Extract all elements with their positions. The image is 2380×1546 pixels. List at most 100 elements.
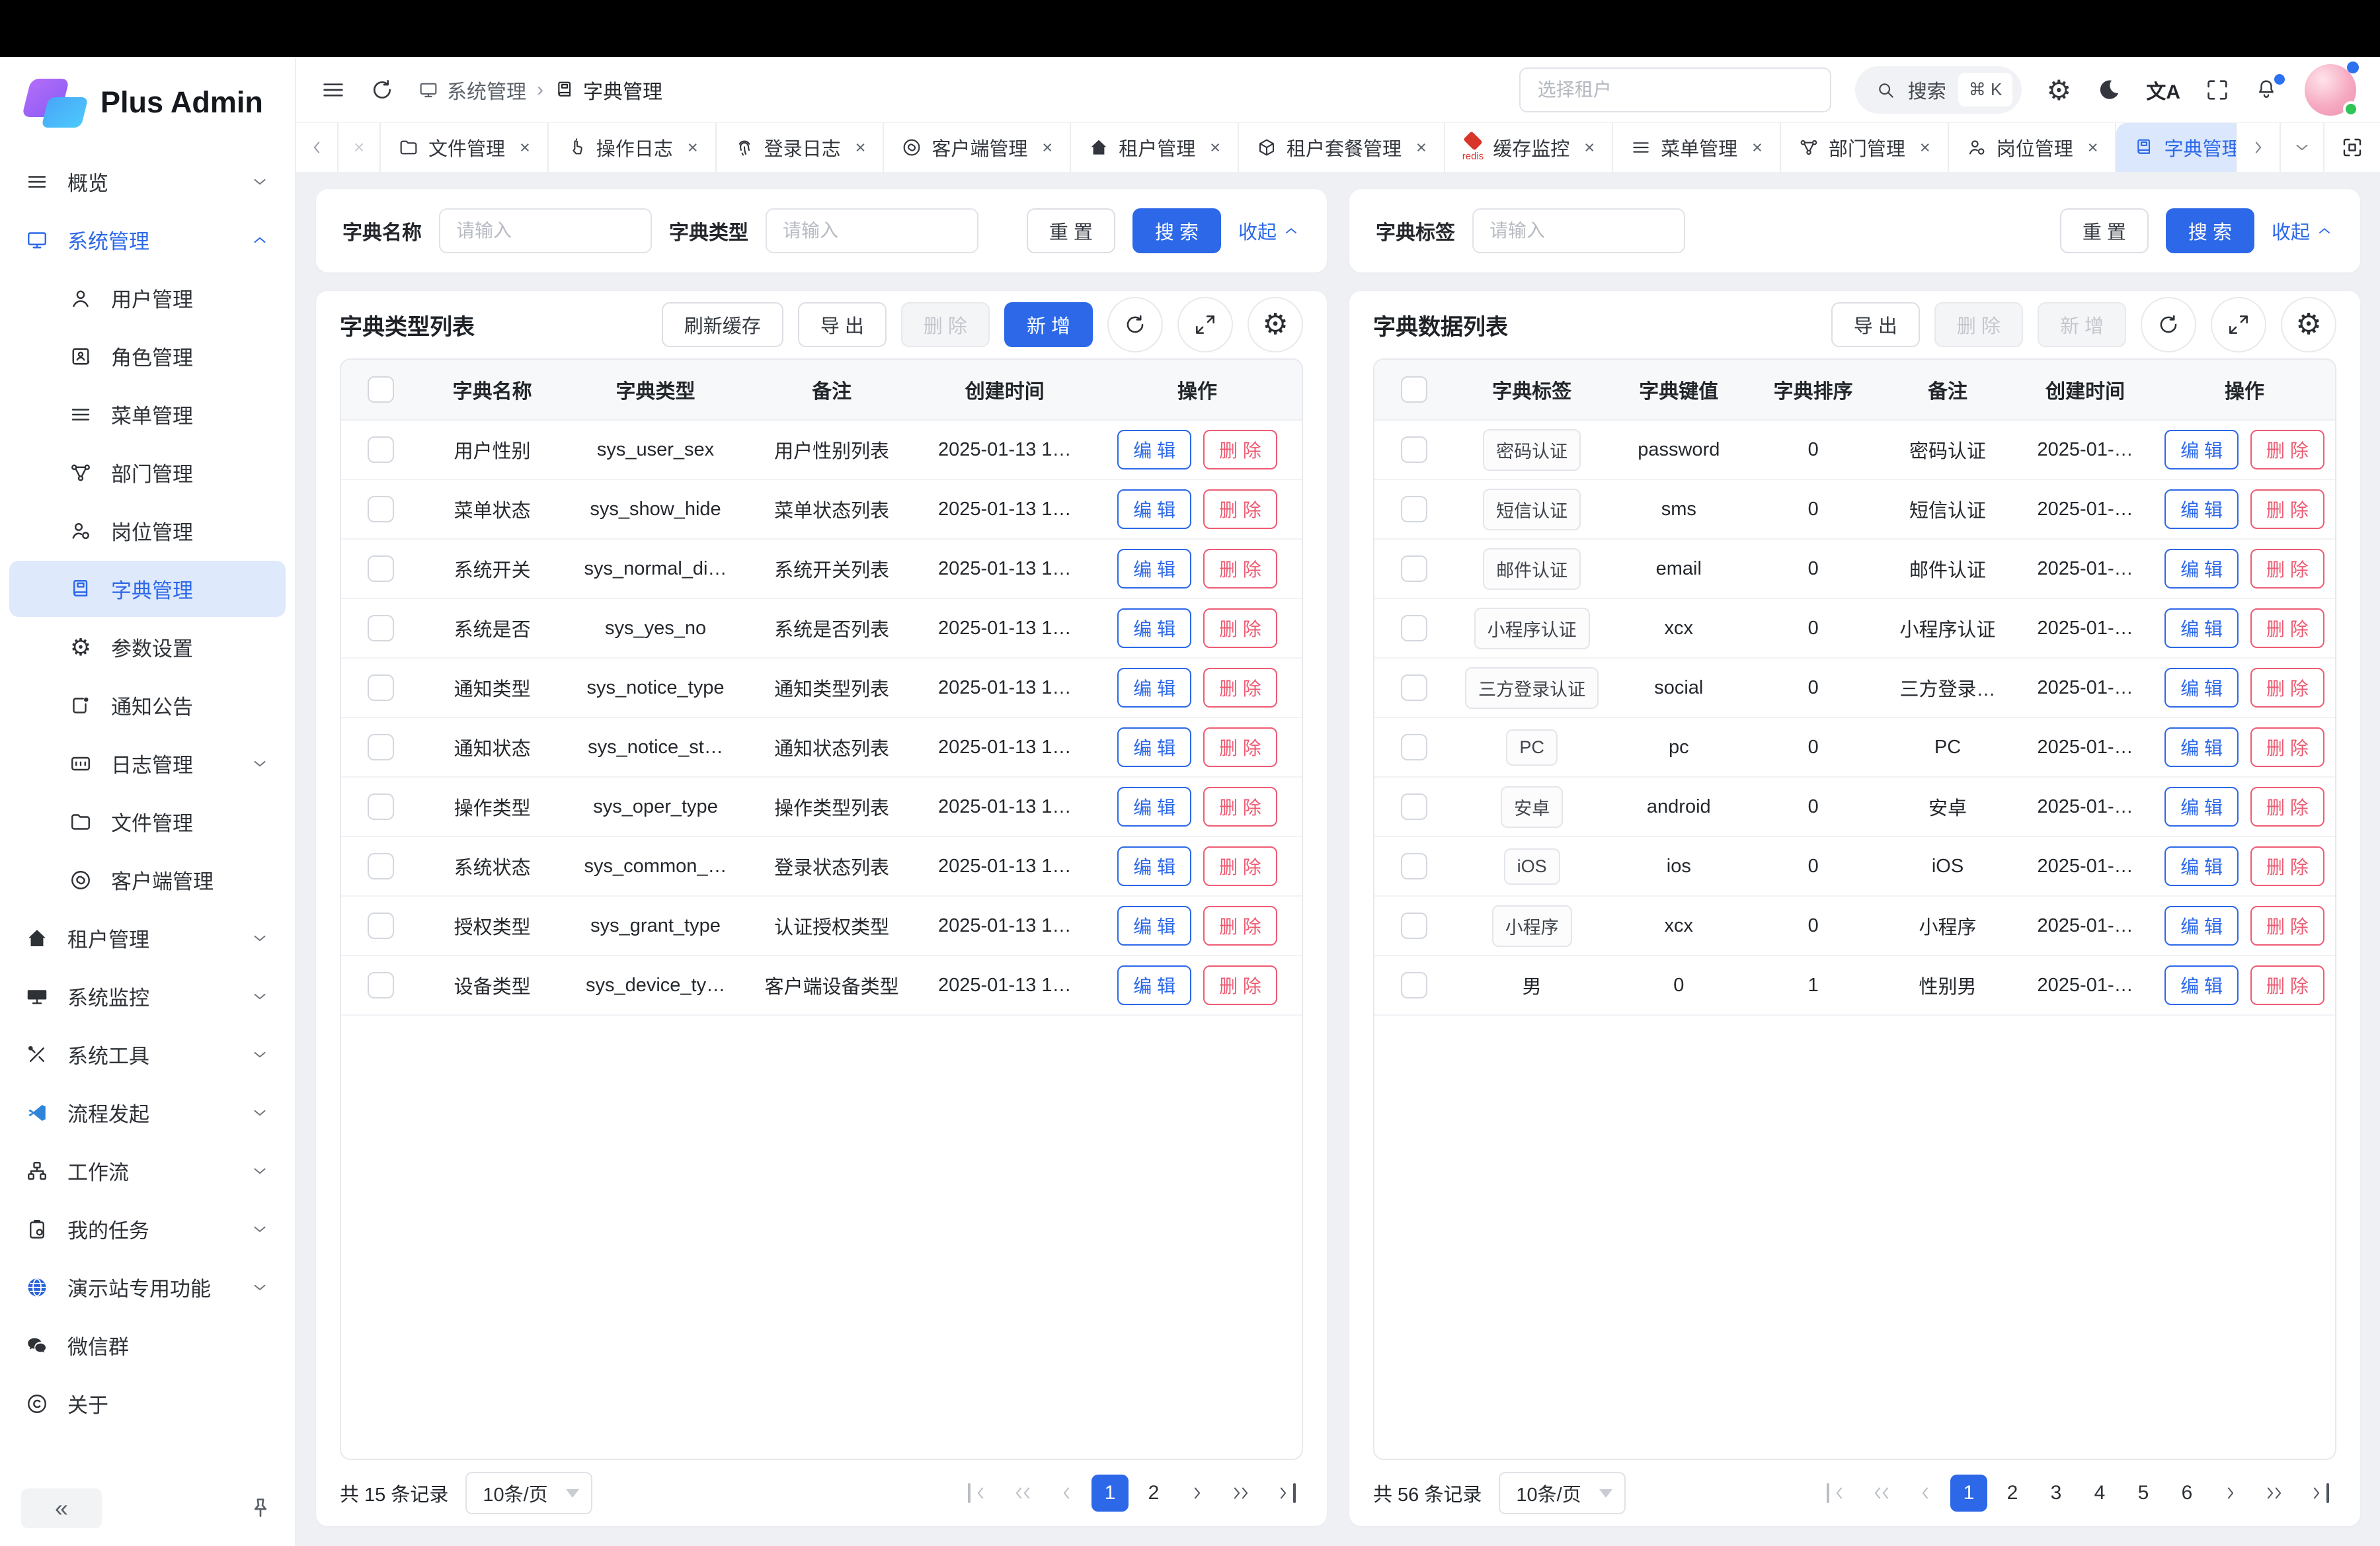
delete-button[interactable]: 删 除 xyxy=(2250,430,2324,469)
row-checkbox[interactable] xyxy=(1401,734,1427,760)
row-checkbox[interactable] xyxy=(368,853,394,879)
close-icon[interactable]: × xyxy=(1042,138,1052,158)
delete-button[interactable]: 删 除 xyxy=(2250,489,2324,529)
sidebar-item-menus[interactable]: 菜单管理 xyxy=(9,386,286,442)
tab-operation-log[interactable]: 操作日志× xyxy=(549,123,717,172)
page-number-button[interactable]: 1 xyxy=(1950,1475,1987,1512)
delete-button[interactable]: 删 除 xyxy=(1934,302,2023,347)
refresh-icon[interactable] xyxy=(369,77,395,103)
sidebar-item-users[interactable]: 用户管理 xyxy=(9,270,286,326)
row-checkbox[interactable] xyxy=(368,972,394,998)
tab-menu-management[interactable]: 菜单管理× xyxy=(1613,123,1781,172)
first-page-button[interactable] xyxy=(961,1475,998,1512)
row-checkbox[interactable] xyxy=(368,496,394,522)
dict-tag-input[interactable] xyxy=(1472,208,1685,253)
edit-button[interactable]: 编 辑 xyxy=(2164,430,2239,469)
sidebar-item-files[interactable]: 文件管理 xyxy=(9,793,286,850)
delete-button[interactable]: 删 除 xyxy=(2250,608,2324,648)
row-checkbox[interactable] xyxy=(1401,853,1427,879)
page-number-button[interactable]: 6 xyxy=(2168,1475,2205,1512)
sidebar-item-system[interactable]: 系统管理 xyxy=(9,212,286,268)
tabs-scroll-left-icon[interactable] xyxy=(296,123,338,172)
next-5-pages-button[interactable] xyxy=(2256,1475,2293,1512)
select-all-checkbox[interactable] xyxy=(368,376,394,403)
edit-button[interactable]: 编 辑 xyxy=(1117,608,1191,648)
sidebar-item-logs[interactable]: 日志管理 xyxy=(9,735,286,792)
pin-icon[interactable] xyxy=(247,1495,274,1522)
sidebar-item-posts[interactable]: 岗位管理 xyxy=(9,503,286,559)
sidebar-item-tenants[interactable]: 租户管理 xyxy=(9,910,286,966)
page-size-select[interactable]: 10条/页 xyxy=(465,1472,592,1514)
export-button[interactable]: 导 出 xyxy=(798,302,887,347)
delete-button[interactable]: 删 除 xyxy=(1203,430,1277,469)
page-number-button[interactable]: 2 xyxy=(1994,1475,2031,1512)
tab-tenant-package[interactable]: 租户套餐管理× xyxy=(1239,123,1445,172)
prev-5-pages-button[interactable] xyxy=(1863,1475,1900,1512)
tab-department-management[interactable]: 部门管理× xyxy=(1781,123,1949,172)
delete-button[interactable]: 删 除 xyxy=(1203,787,1277,827)
breadcrumb-item-dictionary[interactable]: 字典管理 xyxy=(554,75,662,104)
delete-button[interactable]: 删 除 xyxy=(1203,846,1277,886)
page-number-button[interactable]: 5 xyxy=(2125,1475,2162,1512)
close-icon[interactable]: × xyxy=(1584,138,1595,158)
tab-cache-monitor[interactable]: redis缓存监控× xyxy=(1445,123,1613,172)
edit-button[interactable]: 编 辑 xyxy=(1117,965,1191,1005)
user-avatar[interactable] xyxy=(2305,64,2356,116)
add-button[interactable]: 新 增 xyxy=(1004,302,1093,347)
edit-button[interactable]: 编 辑 xyxy=(1117,906,1191,946)
close-icon[interactable]: × xyxy=(1920,138,1930,158)
delete-button[interactable]: 删 除 xyxy=(1203,727,1277,767)
delete-button[interactable]: 删 除 xyxy=(2250,727,2324,767)
delete-button[interactable]: 删 除 xyxy=(2250,549,2324,589)
row-checkbox[interactable] xyxy=(1401,555,1427,582)
edit-button[interactable]: 编 辑 xyxy=(1117,668,1191,708)
sidebar-item-demo-features[interactable]: 演示站专用功能 xyxy=(9,1259,286,1315)
delete-button[interactable]: 删 除 xyxy=(1203,906,1277,946)
sidebar-item-roles[interactable]: 角色管理 xyxy=(9,328,286,384)
sidebar-item-parameters[interactable]: ⚙参数设置 xyxy=(9,619,286,675)
delete-button[interactable]: 删 除 xyxy=(2250,668,2324,708)
close-icon[interactable]: × xyxy=(1752,138,1763,158)
notifications-bell-icon[interactable] xyxy=(2254,77,2281,103)
first-page-button[interactable] xyxy=(1819,1475,1856,1512)
refresh-cache-button[interactable]: 刷新缓存 xyxy=(662,302,783,347)
export-button[interactable]: 导 出 xyxy=(1831,302,1920,347)
last-page-button[interactable] xyxy=(2299,1475,2336,1512)
table-refresh-icon[interactable] xyxy=(1107,297,1163,352)
tabs-dropdown-icon[interactable] xyxy=(2280,123,2323,172)
tab-file-management[interactable]: 文件管理× xyxy=(381,123,549,172)
delete-button[interactable]: 删 除 xyxy=(1203,608,1277,648)
row-checkbox[interactable] xyxy=(1401,793,1427,820)
sidebar-collapse-button[interactable]: « xyxy=(21,1488,102,1528)
edit-button[interactable]: 编 辑 xyxy=(2164,787,2239,827)
row-checkbox[interactable] xyxy=(1401,615,1427,641)
row-checkbox[interactable] xyxy=(368,734,394,760)
delete-button[interactable]: 删 除 xyxy=(2250,906,2324,946)
edit-button[interactable]: 编 辑 xyxy=(2164,608,2239,648)
reset-button[interactable]: 重 置 xyxy=(2060,208,2149,253)
collapse-search-link[interactable]: 收起 xyxy=(2272,217,2334,245)
collapse-search-link[interactable]: 收起 xyxy=(1238,217,1300,245)
row-checkbox[interactable] xyxy=(1401,913,1427,939)
delete-button[interactable]: 删 除 xyxy=(2250,787,2324,827)
page-number-button[interactable]: 1 xyxy=(1091,1475,1129,1512)
dark-mode-moon-icon[interactable] xyxy=(2096,77,2122,103)
prev-page-button[interactable] xyxy=(1048,1475,1085,1512)
add-button[interactable]: 新 增 xyxy=(2038,302,2126,347)
delete-button[interactable]: 删 除 xyxy=(1203,549,1277,589)
row-checkbox[interactable] xyxy=(368,555,394,582)
close-icon[interactable]: × xyxy=(1210,138,1220,158)
edit-button[interactable]: 编 辑 xyxy=(2164,489,2239,529)
sidebar-item-about[interactable]: 关于 xyxy=(9,1375,286,1432)
table-expand-icon[interactable] xyxy=(1177,297,1233,352)
edit-button[interactable]: 编 辑 xyxy=(1117,787,1191,827)
reset-button[interactable]: 重 置 xyxy=(1027,208,1115,253)
sidebar-item-departments[interactable]: 部门管理 xyxy=(9,444,286,501)
sidebar-item-tools[interactable]: 系统工具 xyxy=(9,1026,286,1082)
delete-button[interactable]: 删 除 xyxy=(901,302,990,347)
page-number-button[interactable]: 2 xyxy=(1135,1475,1172,1512)
close-icon[interactable]: × xyxy=(688,138,698,158)
table-settings-gear-icon[interactable]: ⚙ xyxy=(1248,297,1303,352)
edit-button[interactable]: 编 辑 xyxy=(1117,846,1191,886)
sidebar-item-clients[interactable]: 客户端管理 xyxy=(9,852,286,908)
